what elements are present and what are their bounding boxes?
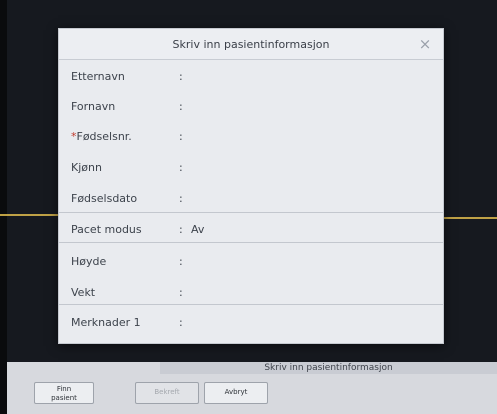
row-divider [59,212,443,213]
field-label: Pacet modus [71,223,142,236]
row-divider [59,304,443,305]
close-button[interactable]: × [417,36,433,52]
field-colon: : [179,223,183,236]
monitor-bezel [0,0,7,414]
field-label: Vekt [71,286,96,299]
field-label: Høyde [71,255,107,268]
confirm-button[interactable]: Bekreft [135,382,199,404]
taskbar-title: Skriv inn pasientinformasjon [160,362,497,374]
find-patient-label-line2: pasient [51,394,77,402]
waveform-trace-right [442,217,497,219]
field-label: Merknader 1 [71,316,141,329]
field-colon: : [179,255,183,268]
field-colon: : [179,316,183,329]
field-label: *Fødselsnr. [71,130,132,143]
confirm-label: Bekreft [154,388,180,396]
field-colon: : [179,286,183,299]
field-colon: : [179,192,183,205]
field-label: Fødselsdato [71,192,138,205]
cancel-button[interactable]: Avbryt [204,382,268,404]
field-label: Fornavn [71,100,116,113]
row-divider [59,242,443,243]
patient-info-dialog: Skriv inn pasientinformasjon × Etternavn… [58,28,444,344]
field-label: Etternavn [71,70,125,83]
field-value: Av [191,223,205,236]
dialog-header: Skriv inn pasientinformasjon × [59,29,443,60]
field-colon: : [179,130,183,143]
waveform-trace-left [0,214,60,216]
find-patient-button[interactable]: Finn pasient [34,382,94,404]
field-label-text: Fødselsnr. [76,130,132,143]
field-colon: : [179,161,183,174]
field-colon: : [179,100,183,113]
find-patient-label-line1: Finn [56,385,72,393]
field-label: Kjønn [71,161,102,174]
cancel-label: Avbryt [224,388,248,396]
close-icon: × [418,35,432,53]
field-colon: : [179,70,183,83]
dialog-title: Skriv inn pasientinformasjon [172,38,330,51]
